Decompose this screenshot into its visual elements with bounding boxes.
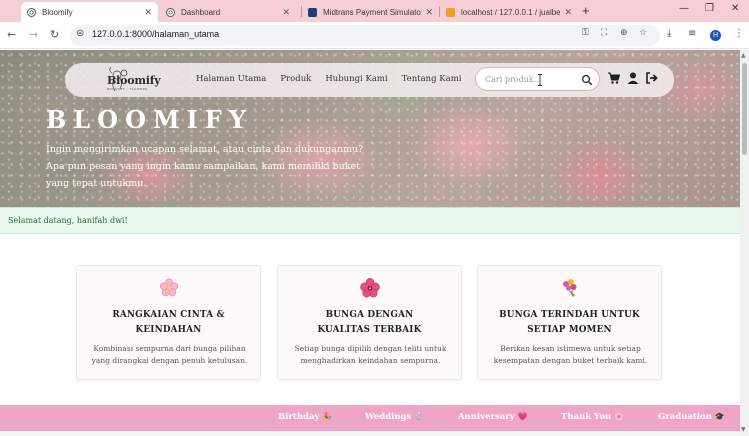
ribbon-item-graduation[interactable]: Graduation 🎓 — [658, 412, 725, 422]
forward-icon[interactable]: → — [29, 28, 38, 41]
close-tab-icon[interactable]: ✕ — [282, 7, 290, 18]
tab-label: Dashboard — [181, 7, 221, 17]
maximize-icon[interactable]: ❐ — [705, 3, 714, 14]
user-icon[interactable] — [626, 71, 640, 85]
profile-avatar[interactable]: H — [710, 30, 721, 41]
back-icon[interactable]: ← — [7, 28, 16, 41]
search-icon[interactable] — [581, 74, 593, 86]
tab-dashboard[interactable]: Dashboard ✕ — [160, 2, 296, 22]
phpmyadmin-icon — [446, 7, 455, 17]
address-bar[interactable]: ⊜ 127.0.0.1:8000/halaman_utama ⚿ ⛶ ⊕ ☆ — [70, 25, 660, 46]
nav-tentang-kami[interactable]: Tentang Kami — [402, 74, 462, 84]
new-tab-button[interactable]: + — [582, 3, 590, 18]
scroll-up-icon[interactable]: ▲ — [741, 52, 746, 59]
site-info-icon[interactable]: ⊜ — [76, 28, 84, 39]
browser-toolbar: ← → ↻ ⊜ 127.0.0.1:8000/halaman_utama ⚿ ⛶… — [0, 22, 749, 49]
page-scrollbar[interactable]: ▲ ▼ — [740, 50, 749, 436]
hero-subtitle: Ingin mengirimkan ucapan selamat, atau c… — [46, 144, 364, 189]
welcome-alert: Selamat datang, hanifah dwi! — [0, 207, 740, 234]
tab-phpmyadmin[interactable]: localhost / 127.0.0.1 / jualbelibi ✕ — [440, 2, 578, 22]
page-viewport: Bloomify BOUQUET · FLOWERS Halaman Utama… — [0, 50, 740, 436]
tab-label: Midtrans Payment Simulator — [323, 7, 422, 17]
ribbon-item-anniversary[interactable]: Anniversary 💗 — [458, 412, 528, 422]
feature-title: RANGKAIAN CINTA & KEINDAHAN — [112, 310, 225, 335]
flower-icon: 🌸 — [614, 412, 625, 421]
hero-title: BLOOMIFY — [46, 105, 253, 134]
brand-tagline: BOUQUET · FLOWERS — [107, 87, 148, 91]
tab-bloomify[interactable]: Bloomify ✕ — [21, 2, 158, 22]
page-footer-edge — [0, 431, 740, 436]
close-tab-icon[interactable]: ✕ — [564, 7, 572, 18]
cherry-blossom-icon — [159, 278, 178, 297]
feature-card: RANGKAIAN CINTA & KEINDAHAN Kombinasi se… — [76, 265, 261, 380]
search-input[interactable] — [485, 73, 577, 86]
party-popper-icon: 🎉 — [322, 412, 333, 421]
close-tab-icon[interactable]: ✕ — [144, 7, 152, 18]
feature-title: BUNGA TERINDAH UNTUK SETIAP MOMEN — [499, 310, 640, 335]
ribbon-item-weddings[interactable]: Weddings 💍 — [365, 412, 424, 422]
nav-produk[interactable]: Produk — [280, 74, 311, 84]
translate-icon[interactable]: ⛶ — [601, 28, 607, 38]
tab-label: Bloomify — [42, 7, 73, 17]
midtrans-icon — [308, 7, 317, 17]
feature-card: BUNGA TERINDAH UNTUK SETIAP MOMEN Berika… — [477, 265, 662, 380]
zoom-icon[interactable]: ⊕ — [620, 28, 628, 38]
text-cursor-icon — [538, 74, 542, 86]
globe-icon — [166, 7, 175, 17]
address-url[interactable]: 127.0.0.1:8000/halaman_utama — [92, 29, 219, 39]
occasion-ribbon: Birthday 🎉 Weddings 💍 Anniversary 💗 Thank Y… — [0, 405, 740, 431]
graduation-cap-icon: 🎓 — [714, 412, 725, 421]
cart-icon[interactable] — [607, 71, 621, 85]
nav-hubungi-kami[interactable]: Hubungi Kami — [325, 74, 387, 84]
download-icon[interactable]: ⤓ — [667, 28, 671, 39]
brand-name[interactable]: Bloomify — [107, 74, 161, 87]
tab-label: localhost / 127.0.0.1 / jualbelibi — [461, 7, 561, 17]
media-control-icon[interactable]: ≡ — [688, 28, 696, 39]
feature-description: Setiap bunga dipilih dengan teliti untuk… — [294, 344, 447, 365]
feature-description: Berikan kesan istimewa untuk setiap kese… — [493, 344, 648, 365]
feature-title: BUNGA DENGAN KUALITAS TERBAIK — [317, 310, 422, 335]
ribbon-item-thank-you[interactable]: Thank You 🌸 — [561, 412, 624, 422]
key-icon[interactable]: ⚿ — [582, 28, 589, 38]
features-section: RANGKAIAN CINTA & KEINDAHAN Kombinasi se… — [76, 265, 663, 380]
feature-description: Kombinasi sempurna dari bunga pilihan ya… — [91, 344, 248, 365]
nav-halaman-utama[interactable]: Halaman Utama — [196, 74, 266, 84]
more-menu-icon[interactable]: ⋮ — [734, 28, 744, 39]
scroll-down-icon[interactable]: ▼ — [741, 426, 746, 433]
hibiscus-icon — [359, 278, 380, 298]
heart-icon: 💗 — [517, 412, 528, 421]
close-tab-icon[interactable]: ✕ — [425, 7, 433, 18]
bouquet-icon — [562, 279, 576, 297]
globe-icon — [27, 7, 36, 17]
scrollbar-thumb[interactable] — [742, 63, 747, 155]
logout-icon[interactable] — [645, 71, 659, 85]
close-window-icon[interactable]: ✕ — [731, 3, 739, 14]
reload-icon[interactable]: ↻ — [50, 28, 59, 41]
nav-links: Halaman Utama Produk Hubungi Kami Tentan… — [196, 74, 461, 84]
feature-card: BUNGA DENGAN KUALITAS TERBAIK Setiap bun… — [277, 265, 462, 380]
bookmark-star-icon[interactable]: ☆ — [639, 28, 647, 38]
minimize-icon[interactable]: — — [679, 3, 689, 14]
tab-midtrans[interactable]: Midtrans Payment Simulator ✕ — [302, 2, 439, 22]
ribbon-item-birthday[interactable]: Birthday 🎉 — [278, 412, 332, 422]
browser-tab-strip: Bloomify ✕ Dashboard ✕ Midtrans Payment … — [0, 0, 749, 22]
site-navbar: Bloomify BOUQUET · FLOWERS Halaman Utama… — [65, 63, 674, 97]
hero-section: Bloomify BOUQUET · FLOWERS Halaman Utama… — [0, 50, 740, 207]
ring-icon: 💍 — [414, 412, 425, 421]
